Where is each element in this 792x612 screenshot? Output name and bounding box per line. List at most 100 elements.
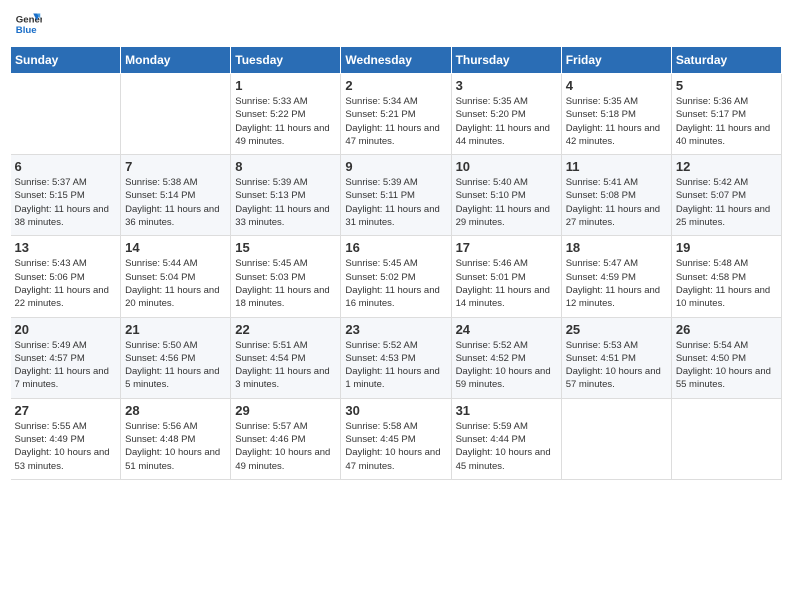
calendar-cell xyxy=(11,74,121,155)
calendar-cell: 24 Sunrise: 5:52 AM Sunset: 4:52 PM Dayli… xyxy=(451,317,561,398)
calendar-cell xyxy=(561,398,671,479)
calendar-cell: 28 Sunrise: 5:56 AM Sunset: 4:48 PM Dayli… xyxy=(121,398,231,479)
calendar-cell: 18 Sunrise: 5:47 AM Sunset: 4:59 PM Dayli… xyxy=(561,236,671,317)
day-content: Sunrise: 5:40 AM Sunset: 5:10 PM Dayligh… xyxy=(456,176,557,229)
day-content: Sunrise: 5:52 AM Sunset: 4:52 PM Dayligh… xyxy=(456,339,557,392)
calendar-cell: 6 Sunrise: 5:37 AM Sunset: 5:15 PM Daylig… xyxy=(11,155,121,236)
calendar-cell: 3 Sunrise: 5:35 AM Sunset: 5:20 PM Daylig… xyxy=(451,74,561,155)
weekday-header-tuesday: Tuesday xyxy=(231,47,341,74)
day-content: Sunrise: 5:51 AM Sunset: 4:54 PM Dayligh… xyxy=(235,339,336,392)
day-content: Sunrise: 5:59 AM Sunset: 4:44 PM Dayligh… xyxy=(456,420,557,473)
day-number: 1 xyxy=(235,78,336,93)
calendar-cell: 2Sunrise: 5:34 AM Sunset: 5:21 PM Daylig… xyxy=(341,74,451,155)
day-content: Sunrise: 5:39 AM Sunset: 5:13 PM Dayligh… xyxy=(235,176,336,229)
day-content: Sunrise: 5:57 AM Sunset: 4:46 PM Dayligh… xyxy=(235,420,336,473)
day-content: Sunrise: 5:43 AM Sunset: 5:06 PM Dayligh… xyxy=(15,257,117,310)
calendar-cell: 26Sunrise: 5:54 AM Sunset: 4:50 PM Dayli… xyxy=(671,317,781,398)
calendar-cell: 31Sunrise: 5:59 AM Sunset: 4:44 PM Dayli… xyxy=(451,398,561,479)
day-content: Sunrise: 5:37 AM Sunset: 5:15 PM Dayligh… xyxy=(15,176,117,229)
calendar-cell: 10Sunrise: 5:40 AM Sunset: 5:10 PM Dayli… xyxy=(451,155,561,236)
day-number: 23 xyxy=(345,322,446,337)
calendar-cell: 15 Sunrise: 5:45 AM Sunset: 5:03 PM Dayli… xyxy=(231,236,341,317)
day-number: 17 xyxy=(456,240,557,255)
calendar-cell: 4 Sunrise: 5:35 AM Sunset: 5:18 PM Daylig… xyxy=(561,74,671,155)
page-header: General Blue xyxy=(10,10,782,38)
weekday-header-monday: Monday xyxy=(121,47,231,74)
day-content: Sunrise: 5:49 AM Sunset: 4:57 PM Dayligh… xyxy=(15,339,117,392)
day-number: 26 xyxy=(676,322,777,337)
calendar-cell xyxy=(121,74,231,155)
day-number: 16 xyxy=(345,240,446,255)
calendar-cell: 5Sunrise: 5:36 AM Sunset: 5:17 PM Daylig… xyxy=(671,74,781,155)
day-content: Sunrise: 5:34 AM Sunset: 5:21 PM Dayligh… xyxy=(345,95,446,148)
day-number: 19 xyxy=(676,240,777,255)
day-number: 22 xyxy=(235,322,336,337)
day-content: Sunrise: 5:35 AM Sunset: 5:20 PM Dayligh… xyxy=(456,95,557,148)
day-number: 21 xyxy=(125,322,226,337)
weekday-header-saturday: Saturday xyxy=(671,47,781,74)
calendar-cell: 20 Sunrise: 5:49 AM Sunset: 4:57 PM Dayli… xyxy=(11,317,121,398)
day-number: 24 xyxy=(456,322,557,337)
calendar-week-row: 1 Sunrise: 5:33 AM Sunset: 5:22 PM Daylig… xyxy=(11,74,782,155)
day-content: Sunrise: 5:33 AM Sunset: 5:22 PM Dayligh… xyxy=(235,95,336,148)
day-number: 30 xyxy=(345,403,446,418)
logo: General Blue xyxy=(14,10,46,38)
day-number: 12 xyxy=(676,159,777,174)
calendar-cell: 29 Sunrise: 5:57 AM Sunset: 4:46 PM Dayli… xyxy=(231,398,341,479)
day-content: Sunrise: 5:50 AM Sunset: 4:56 PM Dayligh… xyxy=(125,339,226,392)
calendar-cell: 25 Sunrise: 5:53 AM Sunset: 4:51 PM Dayli… xyxy=(561,317,671,398)
day-number: 25 xyxy=(566,322,667,337)
day-content: Sunrise: 5:44 AM Sunset: 5:04 PM Dayligh… xyxy=(125,257,226,310)
calendar-cell xyxy=(671,398,781,479)
day-content: Sunrise: 5:42 AM Sunset: 5:07 PM Dayligh… xyxy=(676,176,777,229)
day-content: Sunrise: 5:56 AM Sunset: 4:48 PM Dayligh… xyxy=(125,420,226,473)
calendar-cell: 23Sunrise: 5:52 AM Sunset: 4:53 PM Dayli… xyxy=(341,317,451,398)
day-content: Sunrise: 5:39 AM Sunset: 5:11 PM Dayligh… xyxy=(345,176,446,229)
day-number: 28 xyxy=(125,403,226,418)
day-content: Sunrise: 5:41 AM Sunset: 5:08 PM Dayligh… xyxy=(566,176,667,229)
day-number: 15 xyxy=(235,240,336,255)
svg-text:Blue: Blue xyxy=(16,25,37,36)
calendar-cell: 17 Sunrise: 5:46 AM Sunset: 5:01 PM Dayli… xyxy=(451,236,561,317)
weekday-header-row: SundayMondayTuesdayWednesdayThursdayFrid… xyxy=(11,47,782,74)
logo-icon: General Blue xyxy=(14,10,42,38)
calendar-week-row: 13Sunrise: 5:43 AM Sunset: 5:06 PM Dayli… xyxy=(11,236,782,317)
calendar-week-row: 27 Sunrise: 5:55 AM Sunset: 4:49 PM Dayli… xyxy=(11,398,782,479)
day-content: Sunrise: 5:35 AM Sunset: 5:18 PM Dayligh… xyxy=(566,95,667,148)
calendar-cell: 12 Sunrise: 5:42 AM Sunset: 5:07 PM Dayli… xyxy=(671,155,781,236)
weekday-header-wednesday: Wednesday xyxy=(341,47,451,74)
day-content: Sunrise: 5:58 AM Sunset: 4:45 PM Dayligh… xyxy=(345,420,446,473)
day-number: 27 xyxy=(15,403,117,418)
day-number: 29 xyxy=(235,403,336,418)
calendar-cell: 22 Sunrise: 5:51 AM Sunset: 4:54 PM Dayli… xyxy=(231,317,341,398)
calendar-cell: 30 Sunrise: 5:58 AM Sunset: 4:45 PM Dayli… xyxy=(341,398,451,479)
calendar-cell: 19Sunrise: 5:48 AM Sunset: 4:58 PM Dayli… xyxy=(671,236,781,317)
calendar-cell: 8 Sunrise: 5:39 AM Sunset: 5:13 PM Daylig… xyxy=(231,155,341,236)
day-number: 18 xyxy=(566,240,667,255)
day-number: 4 xyxy=(566,78,667,93)
calendar-cell: 9Sunrise: 5:39 AM Sunset: 5:11 PM Daylig… xyxy=(341,155,451,236)
weekday-header-thursday: Thursday xyxy=(451,47,561,74)
calendar-cell: 27 Sunrise: 5:55 AM Sunset: 4:49 PM Dayli… xyxy=(11,398,121,479)
calendar-cell: 16Sunrise: 5:45 AM Sunset: 5:02 PM Dayli… xyxy=(341,236,451,317)
day-number: 7 xyxy=(125,159,226,174)
day-content: Sunrise: 5:53 AM Sunset: 4:51 PM Dayligh… xyxy=(566,339,667,392)
calendar-cell: 13Sunrise: 5:43 AM Sunset: 5:06 PM Dayli… xyxy=(11,236,121,317)
calendar-cell: 14Sunrise: 5:44 AM Sunset: 5:04 PM Dayli… xyxy=(121,236,231,317)
day-number: 20 xyxy=(15,322,117,337)
day-number: 5 xyxy=(676,78,777,93)
calendar-table: SundayMondayTuesdayWednesdayThursdayFrid… xyxy=(10,46,782,480)
day-number: 6 xyxy=(15,159,117,174)
day-content: Sunrise: 5:55 AM Sunset: 4:49 PM Dayligh… xyxy=(15,420,117,473)
day-content: Sunrise: 5:47 AM Sunset: 4:59 PM Dayligh… xyxy=(566,257,667,310)
calendar-cell: 11 Sunrise: 5:41 AM Sunset: 5:08 PM Dayli… xyxy=(561,155,671,236)
weekday-header-sunday: Sunday xyxy=(11,47,121,74)
day-number: 8 xyxy=(235,159,336,174)
calendar-cell: 1 Sunrise: 5:33 AM Sunset: 5:22 PM Daylig… xyxy=(231,74,341,155)
day-number: 11 xyxy=(566,159,667,174)
day-content: Sunrise: 5:46 AM Sunset: 5:01 PM Dayligh… xyxy=(456,257,557,310)
weekday-header-friday: Friday xyxy=(561,47,671,74)
calendar-week-row: 20 Sunrise: 5:49 AM Sunset: 4:57 PM Dayli… xyxy=(11,317,782,398)
day-content: Sunrise: 5:45 AM Sunset: 5:03 PM Dayligh… xyxy=(235,257,336,310)
day-number: 3 xyxy=(456,78,557,93)
